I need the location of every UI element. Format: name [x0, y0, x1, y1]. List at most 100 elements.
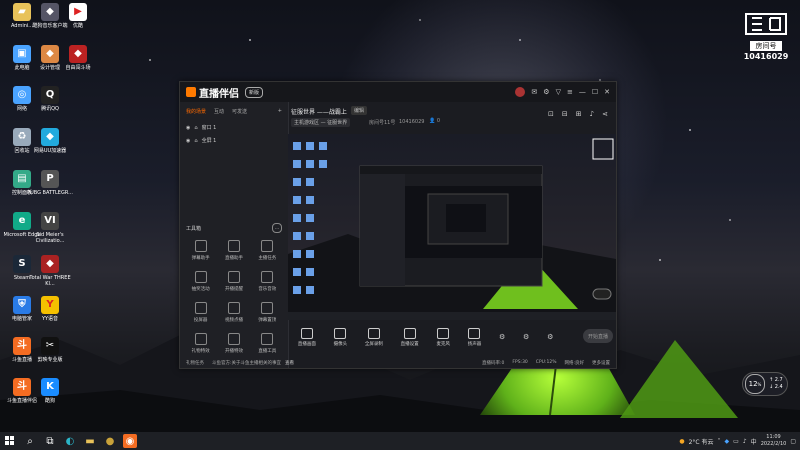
desktop-icon[interactable]: P PUBG BATTLEGR... [26, 170, 74, 196]
upload-speed: ↑ 2.7 [769, 377, 783, 383]
clock-time: 11:09 [766, 434, 781, 440]
network-tray-icon[interactable]: ▭ [733, 438, 739, 445]
bottom-tool-button[interactable]: 扬声器 [468, 327, 481, 347]
clock[interactable]: 11:09 2022/2/10 [761, 434, 787, 448]
desktop-icon-label: 酷狗 [44, 398, 55, 404]
toolbox-item[interactable]: 弹幕助手 [184, 240, 217, 261]
bottom-tool-button[interactable]: 直播画面 [297, 327, 316, 347]
desktop-icon-label: Total War THREE KI... [29, 275, 71, 287]
weather-icon: ● [679, 437, 685, 445]
bottom-tool-button[interactable]: 全屏录制 [365, 327, 383, 347]
task-view-icon[interactable]: ⧉ [43, 434, 57, 448]
viewer-count: 0 [436, 118, 441, 124]
category-selector[interactable]: 主机游戏区 — 征服世界 [291, 118, 351, 127]
douyu-taskbar-icon[interactable]: ◉ [123, 434, 137, 448]
weather-text[interactable]: 2°C 有云 [689, 437, 714, 446]
toolbox-item[interactable]: 开播提醒 [217, 271, 250, 292]
tab-interact[interactable]: 互动 [214, 108, 224, 115]
share-icon[interactable]: ⋖ [602, 110, 608, 118]
message-icon[interactable]: ✉ [531, 88, 537, 96]
tool-icon [227, 333, 240, 345]
lock-icon[interactable]: ⌂ [194, 138, 197, 144]
search-icon[interactable]: ⌕ [23, 434, 37, 448]
network-speed-gauge[interactable]: 12% ↑ 2.7 ↓ 2.4 [742, 372, 788, 396]
desktop-icon[interactable]: ◆ 自由闯斗场 [54, 45, 102, 71]
add-scene-icon[interactable]: + [278, 108, 282, 115]
skin-icon[interactable]: ▽ [556, 88, 561, 96]
tray-expand-icon[interactable]: ˄ [718, 438, 721, 445]
shield-tray-icon[interactable]: ◆ [725, 438, 730, 445]
bottom-tool-button[interactable]: 摄像头 [334, 327, 347, 347]
bottom-tool-button[interactable]: 直播设置 [401, 327, 419, 347]
gift-task-link[interactable]: 礼物任务 [186, 360, 204, 366]
bottom-tool-label: 直播画面 [297, 341, 316, 347]
scene-panel: 我的场景 互动 可发送 + ◉ ⌂ 窗口 1 ◉ ⌂ 全屏 1 工具箱 … 弹幕助手… [180, 102, 289, 368]
toolbox-item[interactable]: 视频点播 [217, 302, 250, 323]
source-item[interactable]: ◉ ⌂ 窗口 1 [180, 121, 288, 134]
lock-icon[interactable]: ⌂ [194, 125, 197, 131]
tool-label: 音乐音效 [258, 287, 277, 292]
tool-label: 弹幕置顶 [258, 318, 277, 323]
clock-date: 2022/2/10 [760, 441, 787, 447]
tool-icon [194, 302, 207, 314]
eye-icon[interactable]: ◉ [186, 125, 190, 131]
toolbox-item[interactable]: 投屏器 [184, 302, 217, 323]
menu-icon[interactable]: ≡ [567, 88, 573, 96]
desktop-icon[interactable]: ◆ 网易UU加速器 [26, 128, 74, 154]
desktop-icon[interactable]: ✂ 剪映专业版 [26, 337, 74, 363]
toolbox-item[interactable]: 直播助手 [217, 240, 250, 261]
avatar[interactable] [515, 87, 526, 97]
toolbox-more-icon[interactable]: … [272, 223, 282, 233]
gear-icon[interactable]: ⚙ [547, 333, 553, 341]
download-speed: ↓ 2.4 [769, 384, 783, 390]
eye-icon[interactable]: ◉ [186, 138, 190, 144]
desktop-icon[interactable]: ◆ Total War THREE KI... [26, 255, 74, 287]
minimize-icon[interactable]: — [579, 88, 586, 96]
toolbox-item[interactable]: 主播任务 [251, 240, 284, 261]
source-item[interactable]: ◉ ⌂ 全屏 1 [180, 134, 288, 147]
file-explorer-icon[interactable]: ▬ [83, 434, 97, 448]
desktop-icon[interactable]: VI Sid Meier's Civilizatio... [26, 212, 74, 244]
edge-taskbar-icon[interactable]: ◐ [63, 434, 77, 448]
douyu-room-badge: 房间号 10416029 [742, 12, 790, 61]
microphone-icon [437, 327, 450, 339]
close-icon[interactable]: ✕ [604, 88, 610, 96]
version-badge[interactable]: 新版 [245, 86, 264, 98]
camera-settings-icon[interactable]: ⚙ [499, 333, 505, 341]
more-settings-link[interactable]: 更多设置 [592, 360, 610, 366]
desktop-icon[interactable]: Y YY语音 [26, 296, 74, 322]
desktop-icon[interactable]: ▶ 优酷 [54, 3, 102, 29]
scene-tabs: 我的场景 互动 可发送 + [180, 102, 288, 115]
notification-icon[interactable]: ▢ [790, 438, 796, 445]
bell-icon[interactable]: ♪ [590, 110, 594, 118]
start-button[interactable] [3, 434, 17, 448]
toolbox-item[interactable]: 弹幕置顶 [251, 302, 284, 323]
toolbox-item[interactable]: 直播工具 [251, 333, 284, 354]
volume-tray-icon[interactable]: ♪ [743, 438, 747, 445]
toolbox-item[interactable]: 音乐音效 [251, 271, 284, 292]
game-taskbar-icon[interactable]: ● [103, 434, 117, 448]
bottom-tool-button[interactable]: 麦克风 [436, 327, 450, 347]
tab-send[interactable]: 可发送 [232, 108, 247, 115]
desktop-icon-label: 剪映专业版 [37, 357, 63, 363]
notice-view-link[interactable]: 查看 [285, 360, 294, 366]
start-live-button[interactable]: 开始直播 [583, 329, 613, 343]
edit-title-button[interactable]: 编辑 [351, 106, 368, 115]
settings-icon[interactable]: ⚙ [543, 88, 549, 96]
anchor-icon[interactable]: ⊞ [576, 110, 582, 118]
toolbox-item[interactable]: 礼物特效 [184, 333, 217, 354]
maximize-icon[interactable]: ☐ [592, 88, 598, 96]
mic-settings-icon[interactable]: ⚙ [523, 333, 529, 341]
desktop-icon[interactable]: K 酷狗 [26, 378, 74, 404]
desktop-icon-label: 优酷 [72, 23, 83, 29]
input-language[interactable]: 中 [751, 437, 757, 446]
record-icon[interactable]: ⊟ [562, 110, 568, 118]
stream-preview[interactable] [288, 134, 616, 320]
tab-scenes[interactable]: 我的场景 [186, 108, 206, 115]
gift-icon[interactable]: ⊡ [548, 110, 554, 118]
desktop-icon[interactable]: Q 腾讯QQ [26, 86, 74, 112]
tool-label: 开播特效 [224, 349, 243, 354]
toolbox-item[interactable]: 抽奖活动 [184, 271, 217, 292]
cpu-text: CPU:12% [535, 360, 557, 365]
toolbox-item[interactable]: 开播特效 [217, 333, 250, 354]
